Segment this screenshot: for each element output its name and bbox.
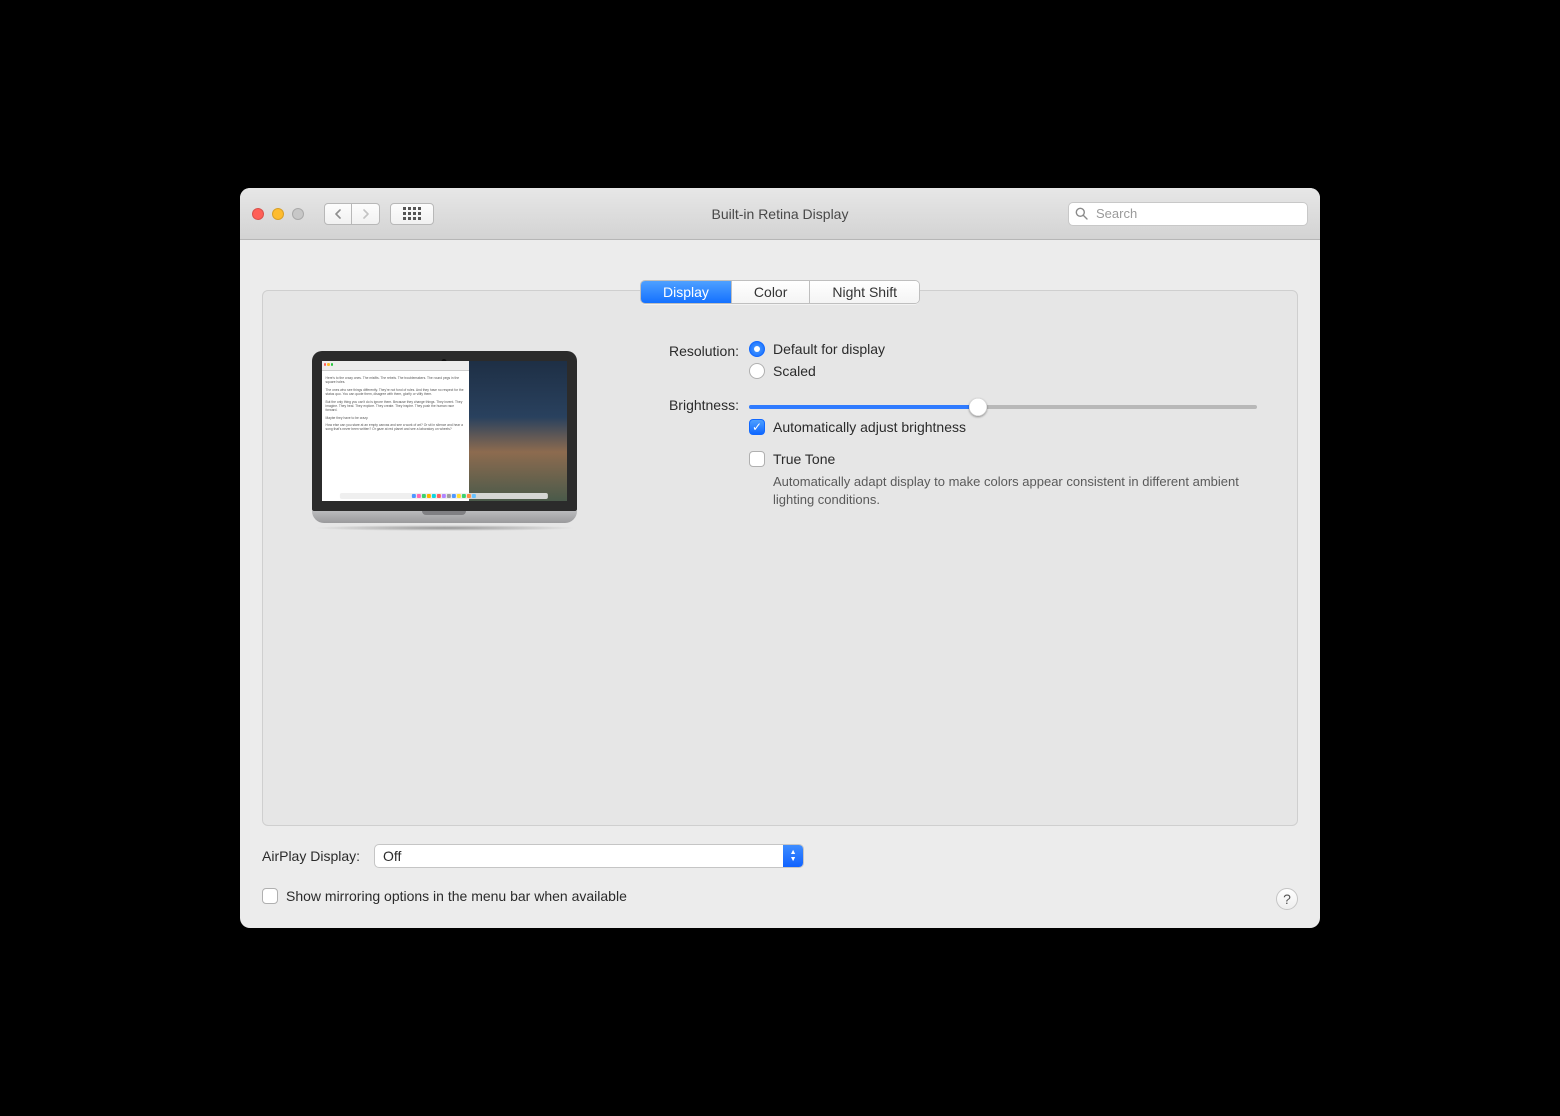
tab-night-shift[interactable]: Night Shift: [809, 281, 919, 303]
device-illustration: Here's to the crazy ones. The misfits. T…: [299, 341, 589, 789]
search-icon: [1075, 207, 1088, 220]
minimize-window-button[interactable]: [272, 208, 284, 220]
select-arrows-icon: ▲▼: [783, 845, 803, 867]
auto-brightness-checkbox[interactable]: ✓ Automatically adjust brightness: [749, 419, 1261, 435]
airplay-row: AirPlay Display: Off ▲▼: [262, 844, 1298, 868]
checkbox-icon: [262, 888, 278, 904]
tab-display[interactable]: Display: [641, 281, 731, 303]
select-value: Off: [375, 848, 783, 864]
radio-label: Scaled: [773, 363, 816, 379]
radio-label: Default for display: [773, 341, 885, 357]
traffic-lights: [252, 208, 304, 220]
radio-icon: [749, 363, 765, 379]
mirroring-checkbox[interactable]: Show mirroring options in the menu bar w…: [262, 888, 627, 904]
checkbox-icon: ✓: [749, 419, 765, 435]
settings-pane: Here's to the crazy ones. The misfits. T…: [262, 290, 1298, 826]
window-body: Display Color Night Shift Here's to the …: [240, 240, 1320, 928]
true-tone-checkbox[interactable]: True Tone: [749, 451, 1261, 467]
checkbox-label: Show mirroring options in the menu bar w…: [286, 888, 627, 904]
back-button[interactable]: [324, 203, 352, 225]
resolution-default-radio[interactable]: Default for display: [749, 341, 1261, 357]
zoom-window-button[interactable]: [292, 208, 304, 220]
help-button[interactable]: ?: [1276, 888, 1298, 910]
search-field[interactable]: [1068, 202, 1308, 226]
true-tone-description: Automatically adapt display to make colo…: [773, 473, 1261, 508]
checkbox-label: Automatically adjust brightness: [773, 419, 966, 435]
nav-buttons: [324, 203, 380, 225]
slider-thumb[interactable]: [969, 398, 987, 416]
radio-icon: [749, 341, 765, 357]
tab-color[interactable]: Color: [731, 281, 809, 303]
forward-button[interactable]: [352, 203, 380, 225]
preferences-window: Built-in Retina Display Display Color Ni…: [240, 188, 1320, 928]
resolution-scaled-radio[interactable]: Scaled: [749, 363, 1261, 379]
chevron-left-icon: [334, 209, 342, 219]
search-input[interactable]: [1094, 205, 1301, 222]
brightness-label: Brightness:: [629, 395, 749, 413]
titlebar: Built-in Retina Display: [240, 188, 1320, 240]
help-icon: ?: [1283, 891, 1291, 907]
brightness-slider[interactable]: [749, 405, 1257, 409]
show-all-button[interactable]: [390, 203, 434, 225]
checkbox-label: True Tone: [773, 451, 835, 467]
resolution-label: Resolution:: [629, 341, 749, 359]
mirroring-row: Show mirroring options in the menu bar w…: [262, 888, 1298, 910]
grid-icon: [403, 207, 421, 220]
settings-column: Resolution: Default for display Scaled: [629, 341, 1261, 789]
chevron-right-icon: [362, 209, 370, 219]
tab-segmented-control: Display Color Night Shift: [640, 280, 920, 304]
resolution-row: Resolution: Default for display Scaled: [629, 341, 1261, 385]
airplay-select[interactable]: Off ▲▼: [374, 844, 804, 868]
airplay-label: AirPlay Display:: [262, 848, 360, 864]
checkbox-icon: [749, 451, 765, 467]
close-window-button[interactable]: [252, 208, 264, 220]
brightness-row: Brightness: ✓ Automatically adjust brigh…: [629, 395, 1261, 508]
